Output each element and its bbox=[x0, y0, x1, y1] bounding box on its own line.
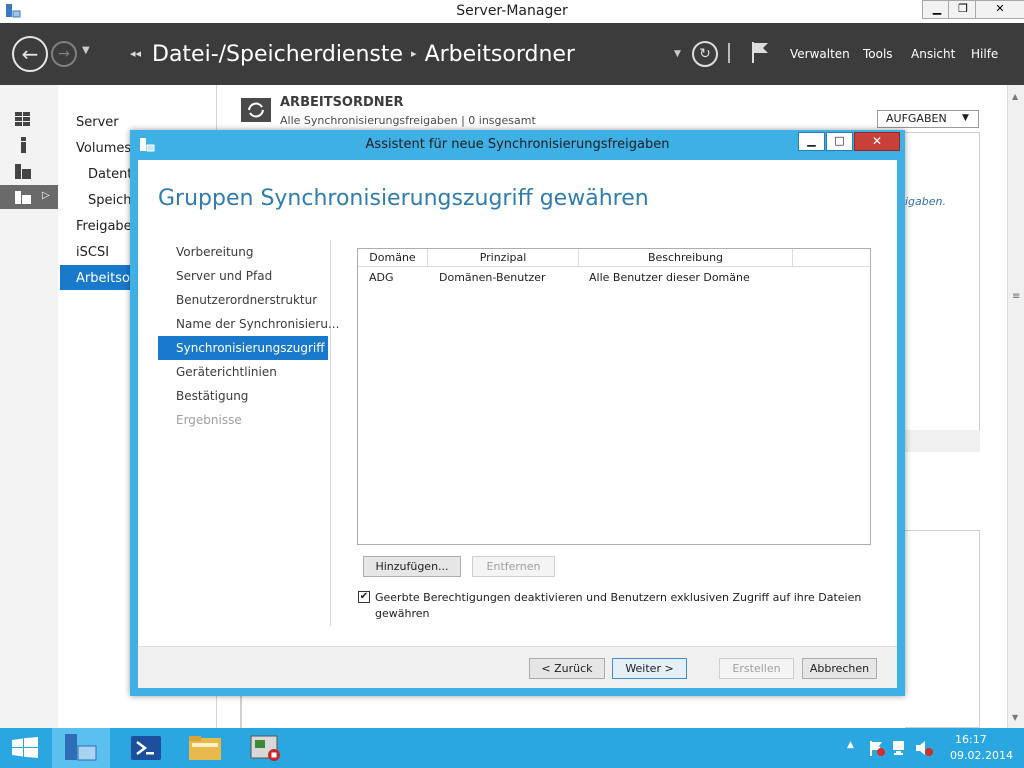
checkbox-label-line1[interactable]: Geerbte Berechtigungen deaktivieren und … bbox=[375, 591, 861, 604]
dashboard-icon[interactable] bbox=[13, 110, 35, 128]
folder-icon bbox=[189, 736, 221, 760]
network-icon[interactable] bbox=[891, 739, 909, 757]
powershell-icon bbox=[131, 736, 161, 760]
table-row[interactable]: ADG Domänen-Benutzer Alle Benutzer diese… bbox=[358, 268, 870, 288]
taskbar-event-app[interactable] bbox=[236, 728, 294, 768]
remove-button: Entfernen bbox=[472, 556, 555, 577]
section-title: ARBEITSORDNER bbox=[280, 95, 404, 110]
scroll-down-icon[interactable]: ▼ bbox=[1012, 713, 1018, 722]
breadcrumb-back-icon[interactable]: ◂◂ bbox=[130, 47, 141, 60]
section-subtitle: Alle Synchronisierungsfreigaben | 0 insg… bbox=[280, 114, 536, 127]
step-device-policies[interactable]: Geräterichtlinien bbox=[176, 365, 277, 379]
cancel-button[interactable]: Abbrechen bbox=[802, 658, 877, 679]
tasks-dropdown[interactable]: AUFGABEN ▼ bbox=[877, 110, 979, 128]
volume-muted-icon[interactable] bbox=[914, 739, 934, 757]
nav-item-iscsi[interactable]: iSCSI bbox=[76, 245, 109, 260]
expand-arrow-icon[interactable]: ▷ bbox=[42, 190, 50, 201]
scroll-up-icon[interactable]: ▲ bbox=[1012, 92, 1018, 101]
refresh-icon[interactable]: ↻ bbox=[692, 41, 718, 67]
nav-header: ← → ▼ ◂◂ Datei-/Speicherdienste ▸ Arbeitso… bbox=[0, 23, 1024, 85]
back-arrow-icon[interactable]: ← bbox=[12, 36, 48, 72]
column-header-description[interactable]: Beschreibung bbox=[579, 249, 793, 267]
main-panel-top bbox=[905, 132, 980, 452]
back-button[interactable]: < Zurück bbox=[529, 658, 605, 679]
restore-button[interactable]: ❐ bbox=[948, 0, 978, 19]
step-confirmation[interactable]: Bestätigung bbox=[176, 389, 248, 403]
step-divider bbox=[330, 240, 331, 626]
local-server-icon[interactable] bbox=[13, 136, 35, 154]
breadcrumb-separator-icon: ▸ bbox=[411, 47, 417, 60]
step-server-path[interactable]: Server und Pfad bbox=[176, 269, 272, 283]
clock-time[interactable]: 16:17 bbox=[955, 733, 987, 746]
workfolders-sync-icon bbox=[241, 98, 271, 122]
nav-dropdown-icon[interactable]: ▼ bbox=[674, 49, 681, 59]
close-button[interactable]: ✕ bbox=[975, 0, 1024, 19]
panel-link-text[interactable]: igaben. bbox=[905, 195, 946, 208]
breadcrumb-item-fileservices[interactable]: Datei-/Speicherdienste bbox=[152, 42, 403, 67]
step-preparation[interactable]: Vorbereitung bbox=[176, 245, 253, 259]
add-button[interactable]: Hinzufügen... bbox=[363, 556, 461, 577]
event-viewer-icon bbox=[250, 735, 280, 761]
breadcrumb: Datei-/Speicherdienste ▸ Arbeitsordner bbox=[152, 42, 575, 67]
checkbox-label-line2[interactable]: gewähren bbox=[375, 607, 429, 620]
cell-principal: Domänen-Benutzer bbox=[439, 271, 546, 284]
column-header-domain[interactable]: Domäne bbox=[358, 249, 428, 267]
file-services-icon[interactable] bbox=[13, 188, 35, 206]
cell-domain: ADG bbox=[369, 271, 394, 284]
forward-arrow-icon[interactable]: → bbox=[51, 41, 77, 67]
column-header-empty bbox=[793, 249, 872, 267]
exclusive-access-checkbox[interactable]: ✔ bbox=[358, 591, 370, 603]
step-sync-access[interactable]: Synchronisierungszugriff bbox=[176, 341, 325, 355]
history-dropdown-icon[interactable]: ▼ bbox=[82, 45, 90, 56]
create-button: Erstellen bbox=[719, 658, 794, 679]
taskbar: ▲ 16:17 09.02.2014 bbox=[0, 728, 1024, 768]
nav-item-volumes[interactable]: Volumes bbox=[76, 141, 131, 156]
next-button[interactable]: Weiter > bbox=[612, 658, 687, 679]
windows-start-icon[interactable] bbox=[11, 737, 39, 759]
scroll-thumb-icon[interactable]: ≡ bbox=[1012, 291, 1020, 302]
column-header-principal[interactable]: Prinzipal bbox=[428, 249, 579, 267]
panel-divider bbox=[240, 696, 242, 728]
access-table[interactable]: Domäne Prinzipal Beschreibung ADG Domäne… bbox=[357, 248, 872, 545]
step-user-folder-structure[interactable]: Benutzerordnerstruktur bbox=[176, 293, 317, 307]
vertical-scrollbar[interactable]: ▲ ≡ ▼ bbox=[1007, 85, 1024, 728]
action-center-flag-icon[interactable] bbox=[868, 739, 886, 757]
dialog-title: Assistent für neue Synchronisierungsfrei… bbox=[365, 137, 670, 152]
menu-tools[interactable]: Tools bbox=[863, 47, 893, 61]
header-divider bbox=[728, 43, 730, 63]
notifications-flag-icon[interactable] bbox=[750, 40, 770, 64]
breadcrumb-item-workfolders: Arbeitsordner bbox=[424, 42, 575, 67]
menu-view[interactable]: Ansicht bbox=[911, 47, 955, 61]
cell-description: Alle Benutzer dieser Domäne bbox=[589, 271, 750, 284]
step-sync-share-name[interactable]: Name der Synchronisieru... bbox=[176, 317, 339, 331]
menu-manage[interactable]: Verwalten bbox=[790, 47, 850, 61]
taskbar-server-manager[interactable] bbox=[52, 728, 110, 768]
server-manager-taskbar-icon bbox=[65, 734, 97, 761]
menu-help[interactable]: Hilfe bbox=[971, 47, 998, 61]
step-results: Ergebnisse bbox=[176, 413, 242, 427]
main-panel-band bbox=[905, 430, 980, 452]
nav-item-storage-pools[interactable]: Speich bbox=[88, 193, 132, 208]
taskbar-explorer[interactable] bbox=[176, 728, 234, 768]
wizard-heading: Gruppen Synchronisierungszugriff gewähre… bbox=[158, 186, 649, 211]
tasks-dropdown-icon: ▼ bbox=[962, 113, 969, 123]
wizard-dialog: Assistent für neue Synchronisierungsfrei… bbox=[130, 130, 905, 696]
main-panel-bottom bbox=[905, 530, 980, 728]
dialog-minimize-button[interactable]: ▁ bbox=[798, 132, 825, 151]
tray-overflow-icon[interactable]: ▲ bbox=[847, 740, 854, 750]
dialog-close-button[interactable]: ✕ bbox=[854, 132, 900, 151]
nav-item-workfolders[interactable]: Arbeitsor bbox=[76, 271, 135, 286]
tasks-label: AUFGABEN bbox=[886, 112, 947, 125]
window-titlebar: Server-Manager ▁ ❐ ✕ bbox=[0, 0, 1024, 24]
taskbar-powershell[interactable] bbox=[118, 728, 176, 768]
clock-date[interactable]: 09.02.2014 bbox=[950, 749, 1013, 762]
nav-item-server[interactable]: Server bbox=[76, 115, 119, 130]
dialog-maximize-button[interactable]: □ bbox=[826, 132, 853, 151]
icon-strip bbox=[0, 85, 58, 728]
window-title: Server-Manager bbox=[456, 3, 568, 19]
all-servers-icon[interactable] bbox=[13, 162, 35, 180]
